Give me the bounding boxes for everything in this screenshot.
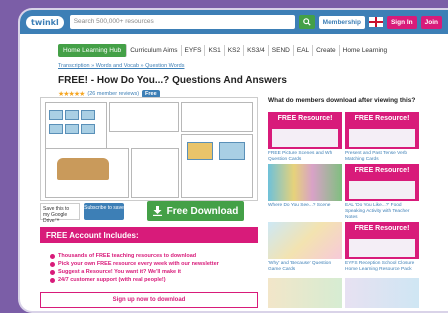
nav-ks1[interactable]: KS1	[205, 45, 225, 56]
check-icon	[50, 277, 55, 283]
preview-cell	[65, 110, 79, 120]
signup-button[interactable]: Sign up now to download	[40, 292, 258, 308]
membership-button[interactable]: Membership	[318, 15, 365, 29]
card-caption[interactable]: EAL 'Do You Like...?' Food Speaking Acti…	[345, 203, 419, 221]
download-label: Free Download	[166, 205, 239, 217]
thumbnail-strip	[349, 181, 415, 199]
subscribe-button[interactable]: Subscribe to save	[84, 203, 124, 220]
card-thumbnail: FREE Resource!	[345, 222, 419, 259]
card-thumbnail	[268, 164, 342, 201]
card-thumbnail	[268, 278, 342, 308]
related-card[interactable]: Where Do You See...? Scene	[268, 164, 342, 209]
twinkl-logo[interactable]: twinkl	[26, 15, 64, 29]
page-title: FREE! - How Do You...? Questions And Ans…	[58, 75, 287, 86]
nav-send[interactable]: SEND	[269, 45, 294, 56]
card-thumbnail: FREE Resource!	[345, 112, 419, 149]
card-thumbnail	[345, 278, 419, 308]
related-card-partial[interactable]	[345, 278, 419, 308]
nav-ks3-4[interactable]: KS3/4	[244, 45, 269, 56]
card-thumbnail: FREE Resource!	[268, 112, 342, 149]
bread-illustration	[57, 158, 109, 180]
preview-cell	[81, 110, 95, 120]
thumbnail-strip	[272, 129, 338, 147]
card-caption[interactable]: Where Do You See...? Scene	[268, 203, 342, 209]
breadcrumb[interactable]: Transcription » Words and Vocab » Questi…	[58, 63, 448, 69]
check-icon	[50, 253, 55, 259]
download-icon	[152, 206, 162, 216]
sub-navigation: Home Learning Hub Curriculum Aims EYFS K…	[58, 44, 448, 57]
resource-preview-image[interactable]	[40, 97, 258, 201]
free-download-button[interactable]: Free Download	[147, 201, 244, 221]
card-caption[interactable]: FREE Picture Scenes and Wh Question Card…	[268, 151, 342, 163]
nav-create[interactable]: Create	[313, 45, 340, 56]
list-item: Suggest a Resource! You want it? We'll m…	[50, 268, 219, 276]
preview-cell	[49, 124, 63, 134]
check-icon	[50, 269, 55, 275]
card-caption[interactable]: Present and Past Tense Verb Matching Car…	[345, 151, 419, 163]
free-resource-banner: FREE Resource!	[354, 225, 410, 232]
account-benefits-list: Thousands of FREE teaching resources to …	[50, 252, 219, 284]
nav-eal[interactable]: EAL	[294, 45, 314, 56]
related-card[interactable]: FREE Resource! Present and Past Tense Ve…	[345, 112, 419, 163]
free-resource-banner: FREE Resource!	[354, 115, 410, 122]
preview-cell	[49, 110, 63, 120]
related-card[interactable]: FREE Resource! EYFS Reception School Clo…	[345, 222, 419, 273]
sign-in-button[interactable]: Sign In	[386, 15, 417, 29]
related-card[interactable]: 'Why' and 'Because' Question Game Cards	[268, 222, 342, 273]
preview-cell	[219, 142, 245, 160]
preview-sheet	[181, 102, 253, 132]
thumbnail-strip	[349, 239, 415, 257]
preview-cell	[65, 124, 79, 134]
preview-sheet	[109, 102, 179, 132]
uk-flag-icon[interactable]	[368, 17, 383, 27]
list-item: 24/7 customer support (with real people!…	[50, 276, 219, 284]
account-heading: FREE Account Includes:	[40, 227, 258, 243]
nav-home-learning-hub[interactable]: Home Learning Hub	[58, 44, 128, 57]
nav-eyfs[interactable]: EYFS	[182, 45, 206, 56]
free-resource-banner: FREE Resource!	[277, 115, 333, 122]
related-heading: What do members download after viewing t…	[268, 97, 416, 104]
card-thumbnail: FREE Resource!	[345, 164, 419, 201]
card-caption[interactable]: EYFS Reception School Closure Home Learn…	[345, 261, 419, 273]
card-thumbnail	[268, 222, 342, 259]
list-item: Thousands of FREE teaching resources to …	[50, 252, 219, 260]
search-input[interactable]: Search 500,000+ resources	[69, 15, 295, 29]
preview-cell	[81, 124, 95, 134]
thumbnail-strip	[349, 129, 415, 147]
search-icon	[302, 18, 311, 26]
save-to-drive-button[interactable]: Save this to my Google Drive™	[40, 203, 80, 224]
preview-sheet	[131, 148, 179, 198]
nav-curriculum-aims[interactable]: Curriculum Aims	[127, 45, 182, 56]
list-item: Pick your own FREE resource every week w…	[50, 260, 219, 268]
related-card[interactable]: FREE Resource! EAL 'Do You Like...?' Foo…	[345, 164, 419, 221]
preview-cell	[187, 142, 213, 160]
free-resource-banner: FREE Resource!	[354, 167, 410, 174]
check-icon	[50, 261, 55, 267]
nav-home-learning[interactable]: Home Learning	[340, 45, 390, 56]
related-card[interactable]: FREE Resource! FREE Picture Scenes and W…	[268, 112, 342, 163]
search-button[interactable]	[298, 15, 315, 29]
join-button[interactable]: Join	[420, 15, 442, 29]
nav-ks2[interactable]: KS2	[225, 45, 245, 56]
top-bar: twinkl Search 500,000+ resources Members…	[20, 10, 448, 34]
related-card-partial[interactable]	[268, 278, 342, 308]
card-caption[interactable]: 'Why' and 'Because' Question Game Cards	[268, 261, 342, 273]
